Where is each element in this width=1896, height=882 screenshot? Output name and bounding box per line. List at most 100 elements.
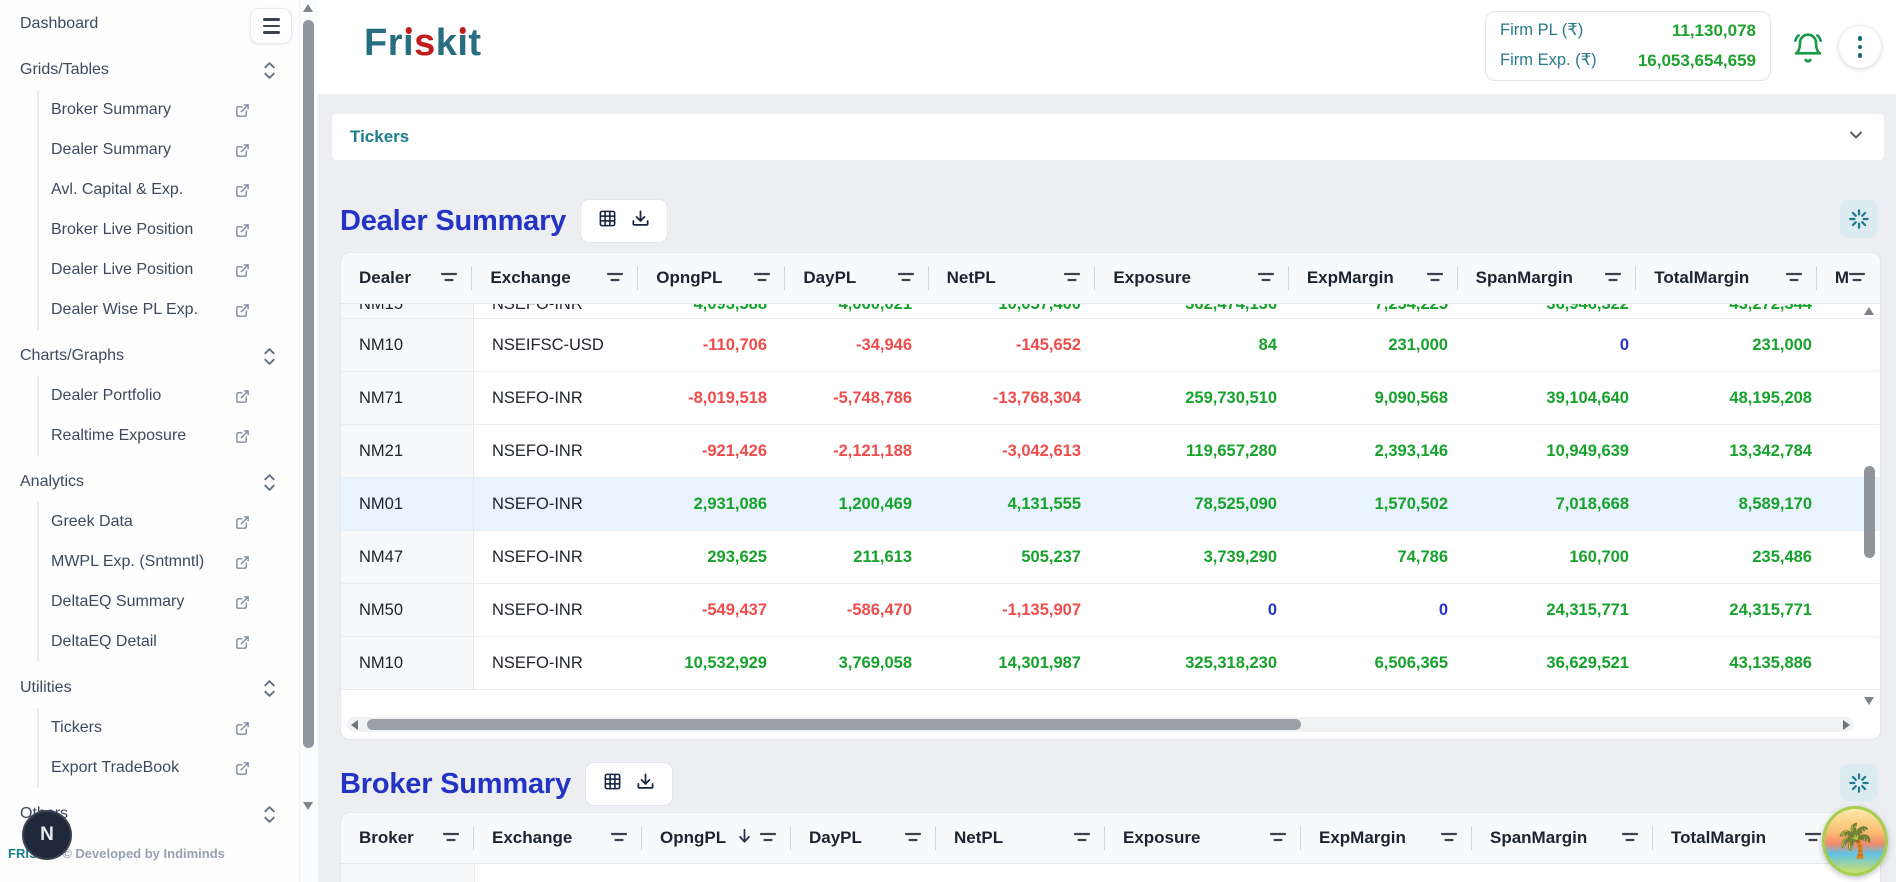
external-link-icon[interactable] <box>235 595 250 610</box>
scroll-up-icon[interactable] <box>1864 307 1874 315</box>
unfold-chevrons-icon[interactable] <box>263 473 276 492</box>
sidebar-item-avl-capital-exp[interactable]: Avl. Capital & Exp. <box>37 170 296 210</box>
external-link-icon[interactable] <box>235 263 250 278</box>
notifications-bell-icon[interactable] <box>1792 32 1824 64</box>
filter-icon[interactable] <box>1849 268 1865 288</box>
sidebar-item-deltaeq-detail[interactable]: DeltaEQ Detail <box>37 622 296 662</box>
sidebar-item-tickers[interactable]: Tickers <box>37 708 296 748</box>
sidebar-item-broker-summary[interactable]: Broker Summary <box>37 90 296 130</box>
filter-icon[interactable] <box>607 268 623 288</box>
column-header-m[interactable]: M <box>1817 253 1880 303</box>
external-link-icon[interactable] <box>235 721 250 736</box>
calculator-icon[interactable] <box>603 772 622 796</box>
sidebar-toggle-button[interactable] <box>250 8 292 44</box>
filter-icon[interactable] <box>441 268 457 288</box>
column-header-broker[interactable]: Broker <box>341 813 474 863</box>
filter-icon[interactable] <box>905 828 921 848</box>
external-link-icon[interactable] <box>235 303 250 318</box>
sidebar-item-export-tradebook[interactable]: Export TradeBook <box>37 748 296 788</box>
column-header-totalmargin[interactable]: TotalMargin <box>1636 253 1817 303</box>
unfold-chevrons-icon[interactable] <box>263 805 276 824</box>
column-header-exposure[interactable]: Exposure <box>1105 813 1301 863</box>
external-link-icon[interactable] <box>235 635 250 650</box>
filter-icon[interactable] <box>1622 828 1638 848</box>
table-row[interactable]: NM10NSEFO-INR10,532,9293,769,05814,301,9… <box>341 637 1880 690</box>
sidebar-item-deltaeq-summary[interactable]: DeltaEQ Summary <box>37 582 296 622</box>
external-link-icon[interactable] <box>235 555 250 570</box>
filter-icon[interactable] <box>1270 828 1286 848</box>
sidebar-item-charts-graphs[interactable]: Charts/Graphs <box>0 336 296 376</box>
filter-icon[interactable] <box>1605 268 1621 288</box>
filter-icon[interactable] <box>760 828 776 848</box>
column-header-netpl[interactable]: NetPL <box>929 253 1096 303</box>
tickers-panel[interactable]: Tickers <box>332 114 1884 160</box>
dealer-summary-collapse-button[interactable] <box>1840 200 1878 238</box>
app-logo[interactable]: Frıskıt <box>364 22 482 65</box>
column-header-exposure[interactable]: Exposure <box>1095 253 1288 303</box>
download-icon[interactable] <box>631 209 650 233</box>
filter-icon[interactable] <box>1805 828 1821 848</box>
column-header-spanmargin[interactable]: SpanMargin <box>1458 253 1637 303</box>
external-link-icon[interactable] <box>235 103 250 118</box>
external-link-icon[interactable] <box>235 389 250 404</box>
external-link-icon[interactable] <box>235 429 250 444</box>
table-row[interactable]: NM47NSEFO-INR293,625211,613505,2373,739,… <box>341 531 1880 584</box>
calculator-icon[interactable] <box>598 209 617 233</box>
column-header-opngpl[interactable]: OpngPL <box>642 813 791 863</box>
scroll-up-icon[interactable] <box>303 4 313 12</box>
sidebar-scrollbar-thumb[interactable] <box>303 20 314 748</box>
vertical-scrollbar-thumb[interactable] <box>1864 466 1875 558</box>
filter-icon[interactable] <box>611 828 627 848</box>
external-link-icon[interactable] <box>235 515 250 530</box>
chevron-down-icon[interactable] <box>1846 125 1866 150</box>
sidebar-item-grids-tables[interactable]: Grids/Tables <box>0 50 296 90</box>
sort-desc-icon[interactable] <box>738 828 751 849</box>
external-link-icon[interactable] <box>235 761 250 776</box>
filter-icon[interactable] <box>898 268 914 288</box>
unfold-chevrons-icon[interactable] <box>263 679 276 698</box>
table-row[interactable]: NM71NSEFO-INR-8,019,518-5,748,786-13,768… <box>341 372 1880 425</box>
external-link-icon[interactable] <box>235 223 250 238</box>
filter-icon[interactable] <box>1258 268 1274 288</box>
sidebar-item-utilities[interactable]: Utilities <box>0 668 296 708</box>
column-header-netpl[interactable]: NetPL <box>936 813 1105 863</box>
filter-icon[interactable] <box>443 828 459 848</box>
sidebar-item-broker-live-position[interactable]: Broker Live Position <box>37 210 296 250</box>
scroll-down-icon[interactable] <box>1864 697 1874 705</box>
scroll-down-icon[interactable] <box>303 802 313 810</box>
filter-icon[interactable] <box>1786 268 1802 288</box>
dealer-horizontal-scrollbar[interactable] <box>347 717 1854 732</box>
sidebar-item-analytics[interactable]: Analytics <box>0 462 296 502</box>
sidebar-item-realtime-exposure[interactable]: Realtime Exposure <box>37 416 296 456</box>
table-row[interactable]: NM01NSEFO-INR2,931,0861,200,4694,131,555… <box>341 478 1880 531</box>
column-header-dealer[interactable]: Dealer <box>341 253 472 303</box>
unfold-chevrons-icon[interactable] <box>263 347 276 366</box>
unfold-chevrons-icon[interactable] <box>263 61 276 80</box>
user-avatar[interactable]: N <box>22 810 72 860</box>
column-header-exchange[interactable]: Exchange <box>474 813 642 863</box>
broker-summary-collapse-button[interactable] <box>1840 764 1878 802</box>
download-icon[interactable] <box>636 772 655 796</box>
sidebar-scrollbar[interactable] <box>299 0 317 882</box>
column-header-expmargin[interactable]: ExpMargin <box>1289 253 1458 303</box>
scroll-left-icon[interactable] <box>351 720 358 730</box>
external-link-icon[interactable] <box>235 143 250 158</box>
filter-icon[interactable] <box>1074 828 1090 848</box>
more-options-button[interactable] <box>1839 26 1881 68</box>
island-badge-icon[interactable]: 🌴 <box>1822 806 1888 876</box>
sidebar-item-mwpl-exp-sntmntl[interactable]: MWPL Exp. (Sntmntl) <box>37 542 296 582</box>
sidebar-item-greek-data[interactable]: Greek Data <box>37 502 296 542</box>
table-row[interactable]: NM10NSEIFSC-USD-110,706-34,946-145,65284… <box>341 319 1880 372</box>
sidebar-item-dealer-live-position[interactable]: Dealer Live Position <box>37 250 296 290</box>
scroll-right-icon[interactable] <box>1843 720 1850 730</box>
filter-icon[interactable] <box>754 268 770 288</box>
column-header-spanmargin[interactable]: SpanMargin <box>1472 813 1653 863</box>
sidebar-item-dealer-summary[interactable]: Dealer Summary <box>37 130 296 170</box>
filter-icon[interactable] <box>1441 828 1457 848</box>
column-header-expmargin[interactable]: ExpMargin <box>1301 813 1472 863</box>
external-link-icon[interactable] <box>235 183 250 198</box>
column-header-exchange[interactable]: Exchange <box>472 253 638 303</box>
filter-icon[interactable] <box>1064 268 1080 288</box>
sidebar-item-dealer-portfolio[interactable]: Dealer Portfolio <box>37 376 296 416</box>
filter-icon[interactable] <box>1427 268 1443 288</box>
